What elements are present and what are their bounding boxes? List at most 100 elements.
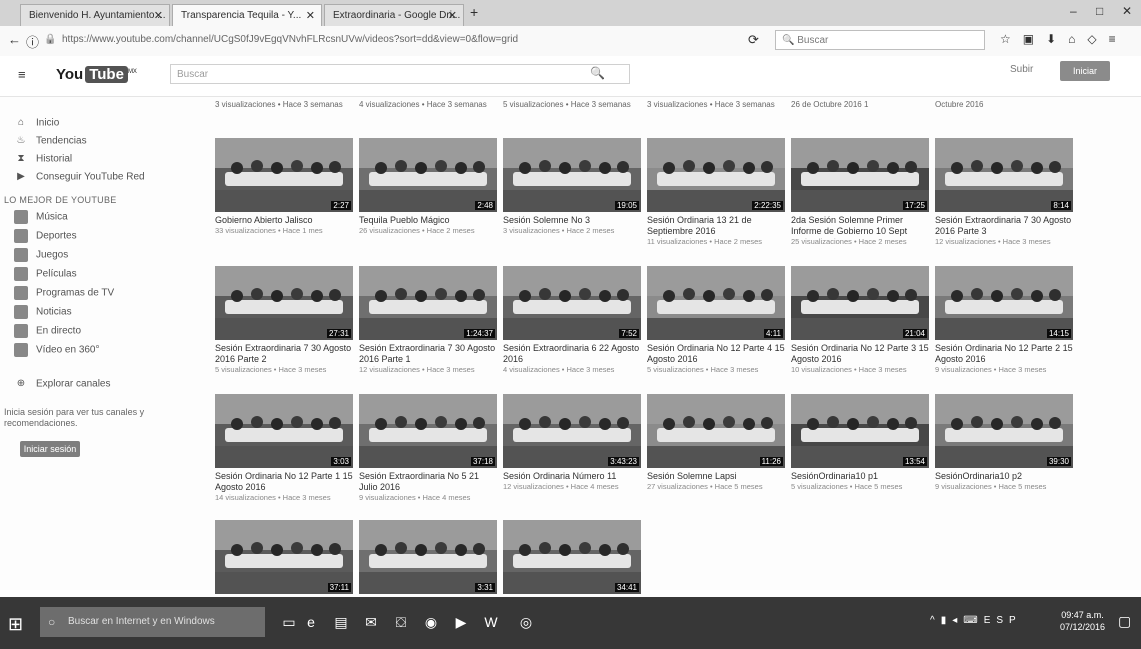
sidebar-item-en-directo[interactable]: En directo [14, 324, 81, 338]
video-card[interactable]: 13:54 SesiónOrdinaria10 p1 5 visualizacion… [791, 394, 931, 492]
partial-video-meta[interactable]: 4 visualizaciones • Hace 3 semanas [359, 100, 499, 110]
video-title[interactable]: Sesión Ordinaria No 12 Parte 1 15 Agosto… [215, 471, 355, 493]
video-card[interactable]: 1:24:37 Sesión Extraordinaria 7 30 Agosto… [359, 266, 499, 375]
video-title[interactable]: SesiónOrdinaria10 p1 [791, 471, 931, 482]
close-tab-icon[interactable]: ✕ [448, 5, 457, 26]
partial-video-meta[interactable]: 3 visualizaciones • Hace 3 semanas [215, 100, 355, 110]
sidebar-item-programas-tv[interactable]: Programas de TV [14, 286, 114, 300]
partial-video-meta[interactable]: 5 visualizaciones • Hace 3 semanas [503, 100, 643, 110]
video-card[interactable]: 3:314ta Sesión Extraordinaria 24 [359, 520, 499, 596]
video-thumbnail[interactable]: 3:03 [215, 394, 353, 468]
keyboard-icon[interactable]: ⌨ [963, 615, 983, 626]
video-thumbnail[interactable]: 4:11 [647, 266, 785, 340]
video-card[interactable]: 34:41Sesión Ordinaria 9 [503, 520, 643, 596]
video-card[interactable]: 21:04 Sesión Ordinaria No 12 Parte 3 15 A… [791, 266, 931, 375]
video-title[interactable]: Sesión Ordinaria Número 11 [503, 471, 643, 482]
video-title[interactable]: Sesión Ordinaria 13 21 de Septiembre 201… [647, 215, 787, 237]
sidebar-item-peliculas[interactable]: Películas [14, 267, 77, 281]
partial-video-meta[interactable]: 26 de Octubre 2016 1 [791, 100, 931, 110]
video-thumbnail[interactable]: 13:54 [791, 394, 929, 468]
video-card[interactable]: 2:27 Gobierno Abierto Jalisco 33 visualiza… [215, 138, 355, 236]
signin-button[interactable]: Iniciar sesión [1060, 61, 1110, 96]
video-title[interactable]: SesiónOrdinaria10 p2 [935, 471, 1075, 482]
video-card[interactable]: 27:31 Sesión Extraordinaria 7 30 Agosto 2… [215, 266, 355, 375]
network-icon[interactable]: ▮ [941, 615, 953, 626]
notification-icon[interactable]: ▢ [1118, 613, 1131, 630]
video-title[interactable]: Sesión Solemne No 3 [503, 215, 643, 226]
upload-button[interactable]: Subir [1010, 64, 1033, 75]
sidebar-item-youtube-red[interactable]: ▶ Conseguir YouTube Red [14, 170, 144, 184]
video-card[interactable]: 37:18 Sesión Extraordinaria No 5 21 Julio… [359, 394, 499, 503]
clipboard-icon[interactable]: ▣ [1023, 32, 1046, 46]
new-tab-button[interactable]: + [470, 4, 478, 20]
mail-icon[interactable]: ✉ [360, 611, 382, 633]
sidebar-item-tendencias[interactable]: ♨ Tendencias [14, 134, 87, 148]
video-card[interactable]: 2:48 Tequila Pueblo Mágico 26 visualizacio… [359, 138, 499, 236]
video-title[interactable]: Sesión Ordinaria No 12 Parte 3 15 Agosto… [791, 343, 931, 365]
video-title[interactable]: Sesión Ordinaria No 12 Parte 2 15 Agosto… [935, 343, 1075, 365]
video-title[interactable]: Sesión Solemne Lapsi [647, 471, 787, 482]
video-thumbnail[interactable]: 27:31 [215, 266, 353, 340]
partial-video-meta[interactable]: 3 visualizaciones • Hace 3 semanas [647, 100, 787, 110]
windows-start-icon[interactable]: ⊞ [8, 614, 23, 635]
video-thumbnail[interactable]: 14:15 [935, 266, 1073, 340]
tab-google-drive[interactable]: Extraordinaria - Google Dri... ✕ [324, 4, 464, 26]
video-title[interactable]: Sesión Extraordinaria 6 22 Agosto 2016 [503, 343, 643, 365]
video-card[interactable]: 3:03 Sesión Ordinaria No 12 Parte 1 15 Ag… [215, 394, 355, 503]
sidebar-item-historial[interactable]: ⧗ Historial [14, 152, 72, 166]
video-thumbnail[interactable]: 3:31 [359, 520, 497, 594]
url-field[interactable]: https://www.youtube.com/channel/UCgS0fJ9… [62, 31, 742, 49]
video-title[interactable]: Sesión Extraordinaria No 5 21 Julio 2016 [359, 471, 499, 493]
video-thumbnail[interactable]: 21:04 [791, 266, 929, 340]
reload-icon[interactable]: ⟳ [748, 32, 759, 48]
menu-icon[interactable]: ≡ [1109, 32, 1128, 46]
video-card[interactable]: 14:15 Sesión Ordinaria No 12 Parte 2 15 A… [935, 266, 1075, 375]
video-card[interactable]: 8:14 Sesión Extraordinaria 7 30 Agosto 20… [935, 138, 1075, 247]
video-thumbnail[interactable]: 37:11 [215, 520, 353, 594]
word-icon[interactable]: W [480, 611, 502, 633]
video-title[interactable]: Sesión Ordinaria No 12 Parte 4 15 Agosto… [647, 343, 787, 365]
hamburger-icon[interactable]: ≡ [18, 67, 26, 82]
video-thumbnail[interactable]: 2:48 [359, 138, 497, 212]
video-thumbnail[interactable]: 2:27 [215, 138, 353, 212]
back-arrow-icon[interactable]: ← [8, 32, 21, 47]
shield-icon[interactable]: ◇ [1087, 32, 1108, 46]
video-thumbnail[interactable]: 7:52 [503, 266, 641, 340]
youtube-search-input[interactable]: Buscar [170, 64, 630, 84]
video-thumbnail[interactable]: 39:30 [935, 394, 1073, 468]
video-title[interactable]: Tequila Pueblo Mágico [359, 215, 499, 226]
video-card[interactable]: 7:52 Sesión Extraordinaria 6 22 Agosto 20… [503, 266, 643, 375]
video-card[interactable]: 2:22:35 Sesión Ordinaria 13 21 de Septiem… [647, 138, 787, 247]
video-card[interactable]: 11:26 Sesión Solemne Lapsi 27 visualizacio… [647, 394, 787, 492]
info-icon[interactable]: ⓘ [26, 32, 39, 51]
video-card[interactable]: 19:05 Sesión Solemne No 33 visualizacione… [503, 138, 643, 236]
video-thumbnail[interactable]: 8:14 [935, 138, 1073, 212]
close-tab-icon[interactable]: ✕ [154, 5, 163, 26]
home-icon[interactable]: ⌂ [1068, 32, 1087, 46]
language-indicator[interactable]: ESP [984, 615, 1022, 626]
video-title[interactable]: Sesión Extraordinaria 7 30 Agosto 2016 P… [935, 215, 1075, 237]
edge-icon[interactable]: e [300, 611, 322, 633]
chevron-up-icon[interactable]: ^ [930, 615, 941, 626]
video-thumbnail[interactable]: 37:18 [359, 394, 497, 468]
file-explorer-icon[interactable]: ▤ [330, 611, 352, 633]
sidebar-item-deportes[interactable]: Deportes [14, 229, 77, 243]
sidebar-item-noticias[interactable]: Noticias [14, 305, 72, 319]
minimize-button[interactable]: – [1070, 4, 1077, 18]
video-card[interactable]: 39:30 SesiónOrdinaria10 p2 9 visualizacion… [935, 394, 1075, 492]
video-thumbnail[interactable]: 1:24:37 [359, 266, 497, 340]
video-card[interactable]: 17:25 2da Sesión Solemne Primer Informe d… [791, 138, 931, 247]
video-title[interactable]: Gobierno Abierto Jalisco [215, 215, 355, 226]
video-title[interactable]: Sesión Extraordinaria 7 30 Agosto 2016 P… [359, 343, 499, 365]
volume-icon[interactable]: ◂ [952, 615, 963, 626]
sidebar-signin-button[interactable]: Iniciar sesión [20, 441, 80, 457]
video-thumbnail[interactable]: 17:25 [791, 138, 929, 212]
task-view-icon[interactable]: ▭ [278, 611, 300, 633]
taskbar-search[interactable]: ○ Buscar en Internet y en Windows [40, 607, 265, 637]
sidebar-item-video-360[interactable]: Vídeo en 360° [14, 343, 100, 357]
partial-video-meta[interactable]: Octubre 2016 [935, 100, 1075, 110]
download-icon[interactable]: ⬇ [1046, 32, 1068, 46]
video-thumbnail[interactable]: 34:41 [503, 520, 641, 594]
sidebar-item-juegos[interactable]: Juegos [14, 248, 68, 262]
media-player-icon[interactable]: ▶ [450, 611, 472, 633]
